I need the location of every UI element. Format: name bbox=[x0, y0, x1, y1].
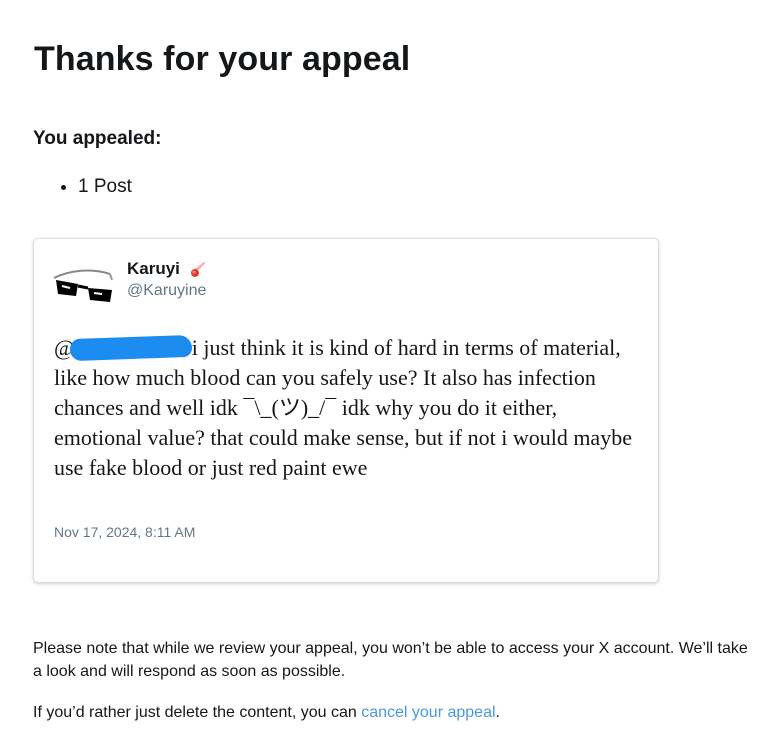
appealed-list: 1 Post bbox=[58, 176, 132, 198]
cancel-appeal-link[interactable]: cancel your appeal bbox=[361, 704, 495, 721]
appealed-label: You appealed: bbox=[33, 128, 162, 149]
cancel-notice: If you’d rather just delete the content,… bbox=[33, 701, 500, 724]
review-notice: Please note that while we review your ap… bbox=[33, 640, 748, 680]
appealed-item: 1 Post bbox=[78, 176, 132, 198]
page-title: Thanks for your appeal bbox=[34, 40, 411, 78]
author-name[interactable]: Karuyi bbox=[127, 259, 180, 279]
avatar bbox=[52, 264, 116, 312]
cancel-notice-suffix: . bbox=[495, 704, 500, 721]
tweet-text: @ i just think it is kind of hard in ter… bbox=[54, 333, 644, 483]
cancel-notice-prefix: If you’d rather just delete the content,… bbox=[33, 704, 362, 721]
redaction-mark bbox=[69, 334, 193, 362]
author-handle[interactable]: @Karuyine bbox=[127, 282, 206, 300]
tweet-timestamp: Nov 17, 2024, 8:11 AM bbox=[54, 524, 196, 540]
meteor-icon bbox=[191, 262, 205, 277]
